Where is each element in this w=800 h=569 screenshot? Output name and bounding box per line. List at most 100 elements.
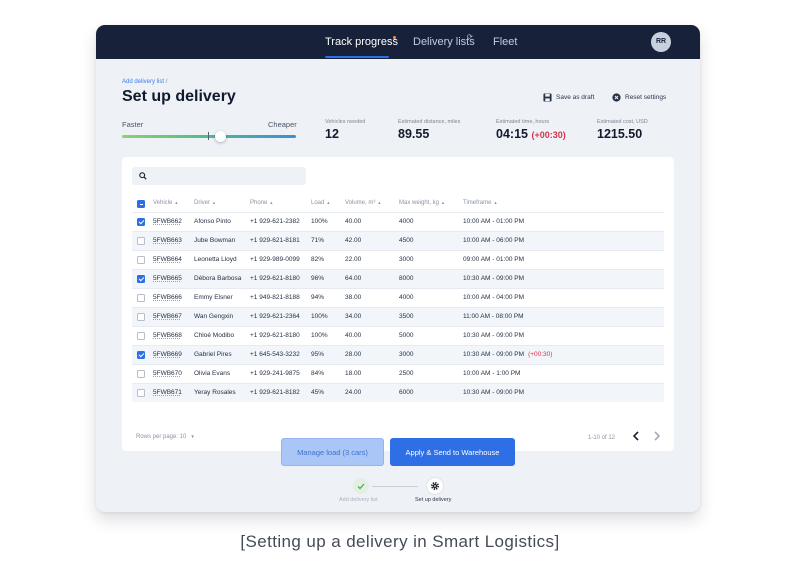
step-set-up-delivery[interactable] xyxy=(427,478,443,494)
table-body: 5FWB662 Afonso Pinto +1 929-621-2382 100% 40… xyxy=(132,212,664,402)
cell-driver: Leonetta Lloyd xyxy=(194,256,237,263)
table-row[interactable]: 5FWB670 Olivia Evans +1 929-241-9875 84% 18.… xyxy=(132,364,664,383)
cell-volume: 22.00 xyxy=(345,256,362,263)
cell-phone: +1 929-621-8180 xyxy=(250,332,300,339)
column-header-load[interactable]: Load ▲ xyxy=(311,200,330,206)
next-page-button[interactable] xyxy=(650,429,664,443)
cell-timeframe: 10:30 AM - 09:00 PM xyxy=(463,275,525,282)
cell-timeframe: 11:00 AM - 08:00 PM xyxy=(463,313,524,320)
column-header-max-weight[interactable]: Max weight, kg ▲ xyxy=(399,200,445,206)
stat-value: 89.55 xyxy=(398,127,430,141)
table-row[interactable]: 5FWB671 Yeray Rosales +1 929-621-8182 45% 24… xyxy=(132,383,664,402)
stepper-connector xyxy=(372,486,418,487)
table-row[interactable]: 5FWB665 Dèbora Barbosa +1 929-621-8180 96% 6… xyxy=(132,269,664,288)
cell-volume: 38.00 xyxy=(345,294,362,301)
rows-per-page-select[interactable]: Rows per page: 10 ▼ xyxy=(136,434,195,440)
select-all-checkbox[interactable] xyxy=(137,200,145,208)
vehicle-table-panel: Vehicle ▲ Driver ▲ Phone ▲ Load ▲ Volume, m³… xyxy=(122,157,674,451)
table-row[interactable]: 5FWB666 Emmy Elsner +1 949-821-8188 94% 38.0… xyxy=(132,288,664,307)
tab-fleet[interactable]: Fleet xyxy=(493,36,517,48)
prev-page-button[interactable] xyxy=(629,429,643,443)
slider-handle[interactable] xyxy=(215,131,226,142)
save-draft-button[interactable]: Save as draft xyxy=(543,91,594,103)
row-checkbox[interactable] xyxy=(137,294,145,302)
cell-volume: 40.00 xyxy=(345,218,362,225)
cell-weight: 3000 xyxy=(399,351,414,358)
cell-timeframe: 10:00 AM - 01:00 PM xyxy=(463,218,525,225)
cell-vehicle[interactable]: 5FWB669 xyxy=(153,351,182,358)
row-checkbox[interactable] xyxy=(137,332,145,340)
search-input[interactable] xyxy=(152,172,302,180)
cell-vehicle[interactable]: 5FWB671 xyxy=(153,389,182,396)
reset-settings-button[interactable]: Reset settings xyxy=(612,91,666,103)
cell-load: 100% xyxy=(311,218,328,225)
cell-load: 84% xyxy=(311,370,325,377)
cell-volume: 42.00 xyxy=(345,237,362,244)
cell-vehicle[interactable]: 5FWB665 xyxy=(153,275,182,282)
row-checkbox[interactable] xyxy=(137,218,145,226)
column-header-timeframe[interactable]: Timeframe ▲ xyxy=(463,200,497,206)
column-header-volume[interactable]: Volume, m³ ▲ xyxy=(345,200,381,206)
notification-dot xyxy=(393,36,396,39)
pagination-range: 1-10 of 12 xyxy=(588,435,616,441)
cell-phone: +1 929-621-2364 xyxy=(250,313,300,320)
slider-label-cheaper: Cheaper xyxy=(268,120,297,129)
table-row[interactable]: 5FWB667 Wan Gengxin +1 929-621-2364 100% 34.… xyxy=(132,307,664,326)
table-row[interactable]: 5FWB669 Gabriel Pires +1 645-543-3232 95% 28… xyxy=(132,345,664,364)
cell-driver: Chloé Modibo xyxy=(194,332,235,339)
cell-timeframe: 10:00 AM - 04:00 PM xyxy=(463,294,525,301)
cell-vehicle[interactable]: 5FWB666 xyxy=(153,294,182,301)
table-row[interactable]: 5FWB663 Jube Bowman +1 929-621-8181 71% 42.0… xyxy=(132,231,664,250)
cell-phone: +1 929-621-8181 xyxy=(250,237,300,244)
cell-load: 82% xyxy=(311,256,325,263)
stat-label: Estimated distance, miles xyxy=(398,119,461,125)
cell-phone: +1 929-621-8182 xyxy=(250,389,300,396)
save-icon xyxy=(543,92,552,102)
cell-vehicle[interactable]: 5FWB663 xyxy=(153,237,182,244)
stat-value: 04:15 (+00:30) xyxy=(496,127,566,141)
stat-label: Vehicles needed xyxy=(325,119,366,125)
row-checkbox[interactable] xyxy=(137,370,145,378)
manage-load-button[interactable]: Manage load (3 cars) xyxy=(281,438,384,466)
cell-volume: 18.00 xyxy=(345,370,362,377)
search-icon xyxy=(139,172,147,180)
table-row[interactable]: 5FWB664 Leonetta Lloyd +1 929-989-0099 82% 2… xyxy=(132,250,664,269)
column-header-vehicle[interactable]: Vehicle ▲ xyxy=(153,200,178,206)
cell-volume: 64.00 xyxy=(345,275,362,282)
cell-weight: 6000 xyxy=(399,389,414,396)
chevron-left-icon xyxy=(632,431,639,441)
step-add-delivery-list[interactable] xyxy=(353,478,369,494)
row-checkbox[interactable] xyxy=(137,237,145,245)
breadcrumb-link[interactable]: Add delivery list xyxy=(122,79,164,85)
row-checkbox[interactable] xyxy=(137,389,145,397)
cell-weight: 3500 xyxy=(399,313,414,320)
row-checkbox[interactable] xyxy=(137,275,145,283)
cell-vehicle[interactable]: 5FWB670 xyxy=(153,370,182,377)
cell-vehicle[interactable]: 5FWB662 xyxy=(153,218,182,225)
active-tab-indicator xyxy=(325,56,389,58)
tab-track-progress[interactable]: Track progress xyxy=(325,36,398,48)
column-header-phone[interactable]: Phone ▲ xyxy=(250,200,273,206)
apply-send-button[interactable]: Apply & Send to Warehouse xyxy=(390,438,515,466)
check-icon xyxy=(357,483,365,489)
slider-tick xyxy=(208,132,209,140)
cell-load: 100% xyxy=(311,332,328,339)
row-checkbox[interactable] xyxy=(137,256,145,264)
tab-delivery-lists[interactable]: Delivery lists xyxy=(413,36,475,48)
search-box xyxy=(132,167,306,185)
speed-cost-slider[interactable] xyxy=(122,135,296,138)
avatar[interactable]: RR xyxy=(651,32,671,52)
table-row[interactable]: 5FWB668 Chloé Modibo +1 929-621-8180 100% 40… xyxy=(132,326,664,345)
cell-vehicle[interactable]: 5FWB667 xyxy=(153,313,182,320)
row-checkbox[interactable] xyxy=(137,351,145,359)
cell-vehicle[interactable]: 5FWB664 xyxy=(153,256,182,263)
cell-vehicle[interactable]: 5FWB668 xyxy=(153,332,182,339)
table-row[interactable]: 5FWB662 Afonso Pinto +1 929-621-2382 100% 40… xyxy=(132,212,664,231)
column-header-driver[interactable]: Driver ▲ xyxy=(194,200,216,206)
cell-load: 45% xyxy=(311,389,325,396)
row-checkbox[interactable] xyxy=(137,313,145,321)
slider-label-faster: Faster xyxy=(122,120,144,129)
cell-phone: +1 929-621-8180 xyxy=(250,275,300,282)
cell-volume: 40.00 xyxy=(345,332,362,339)
cell-driver: Dèbora Barbosa xyxy=(194,275,242,282)
